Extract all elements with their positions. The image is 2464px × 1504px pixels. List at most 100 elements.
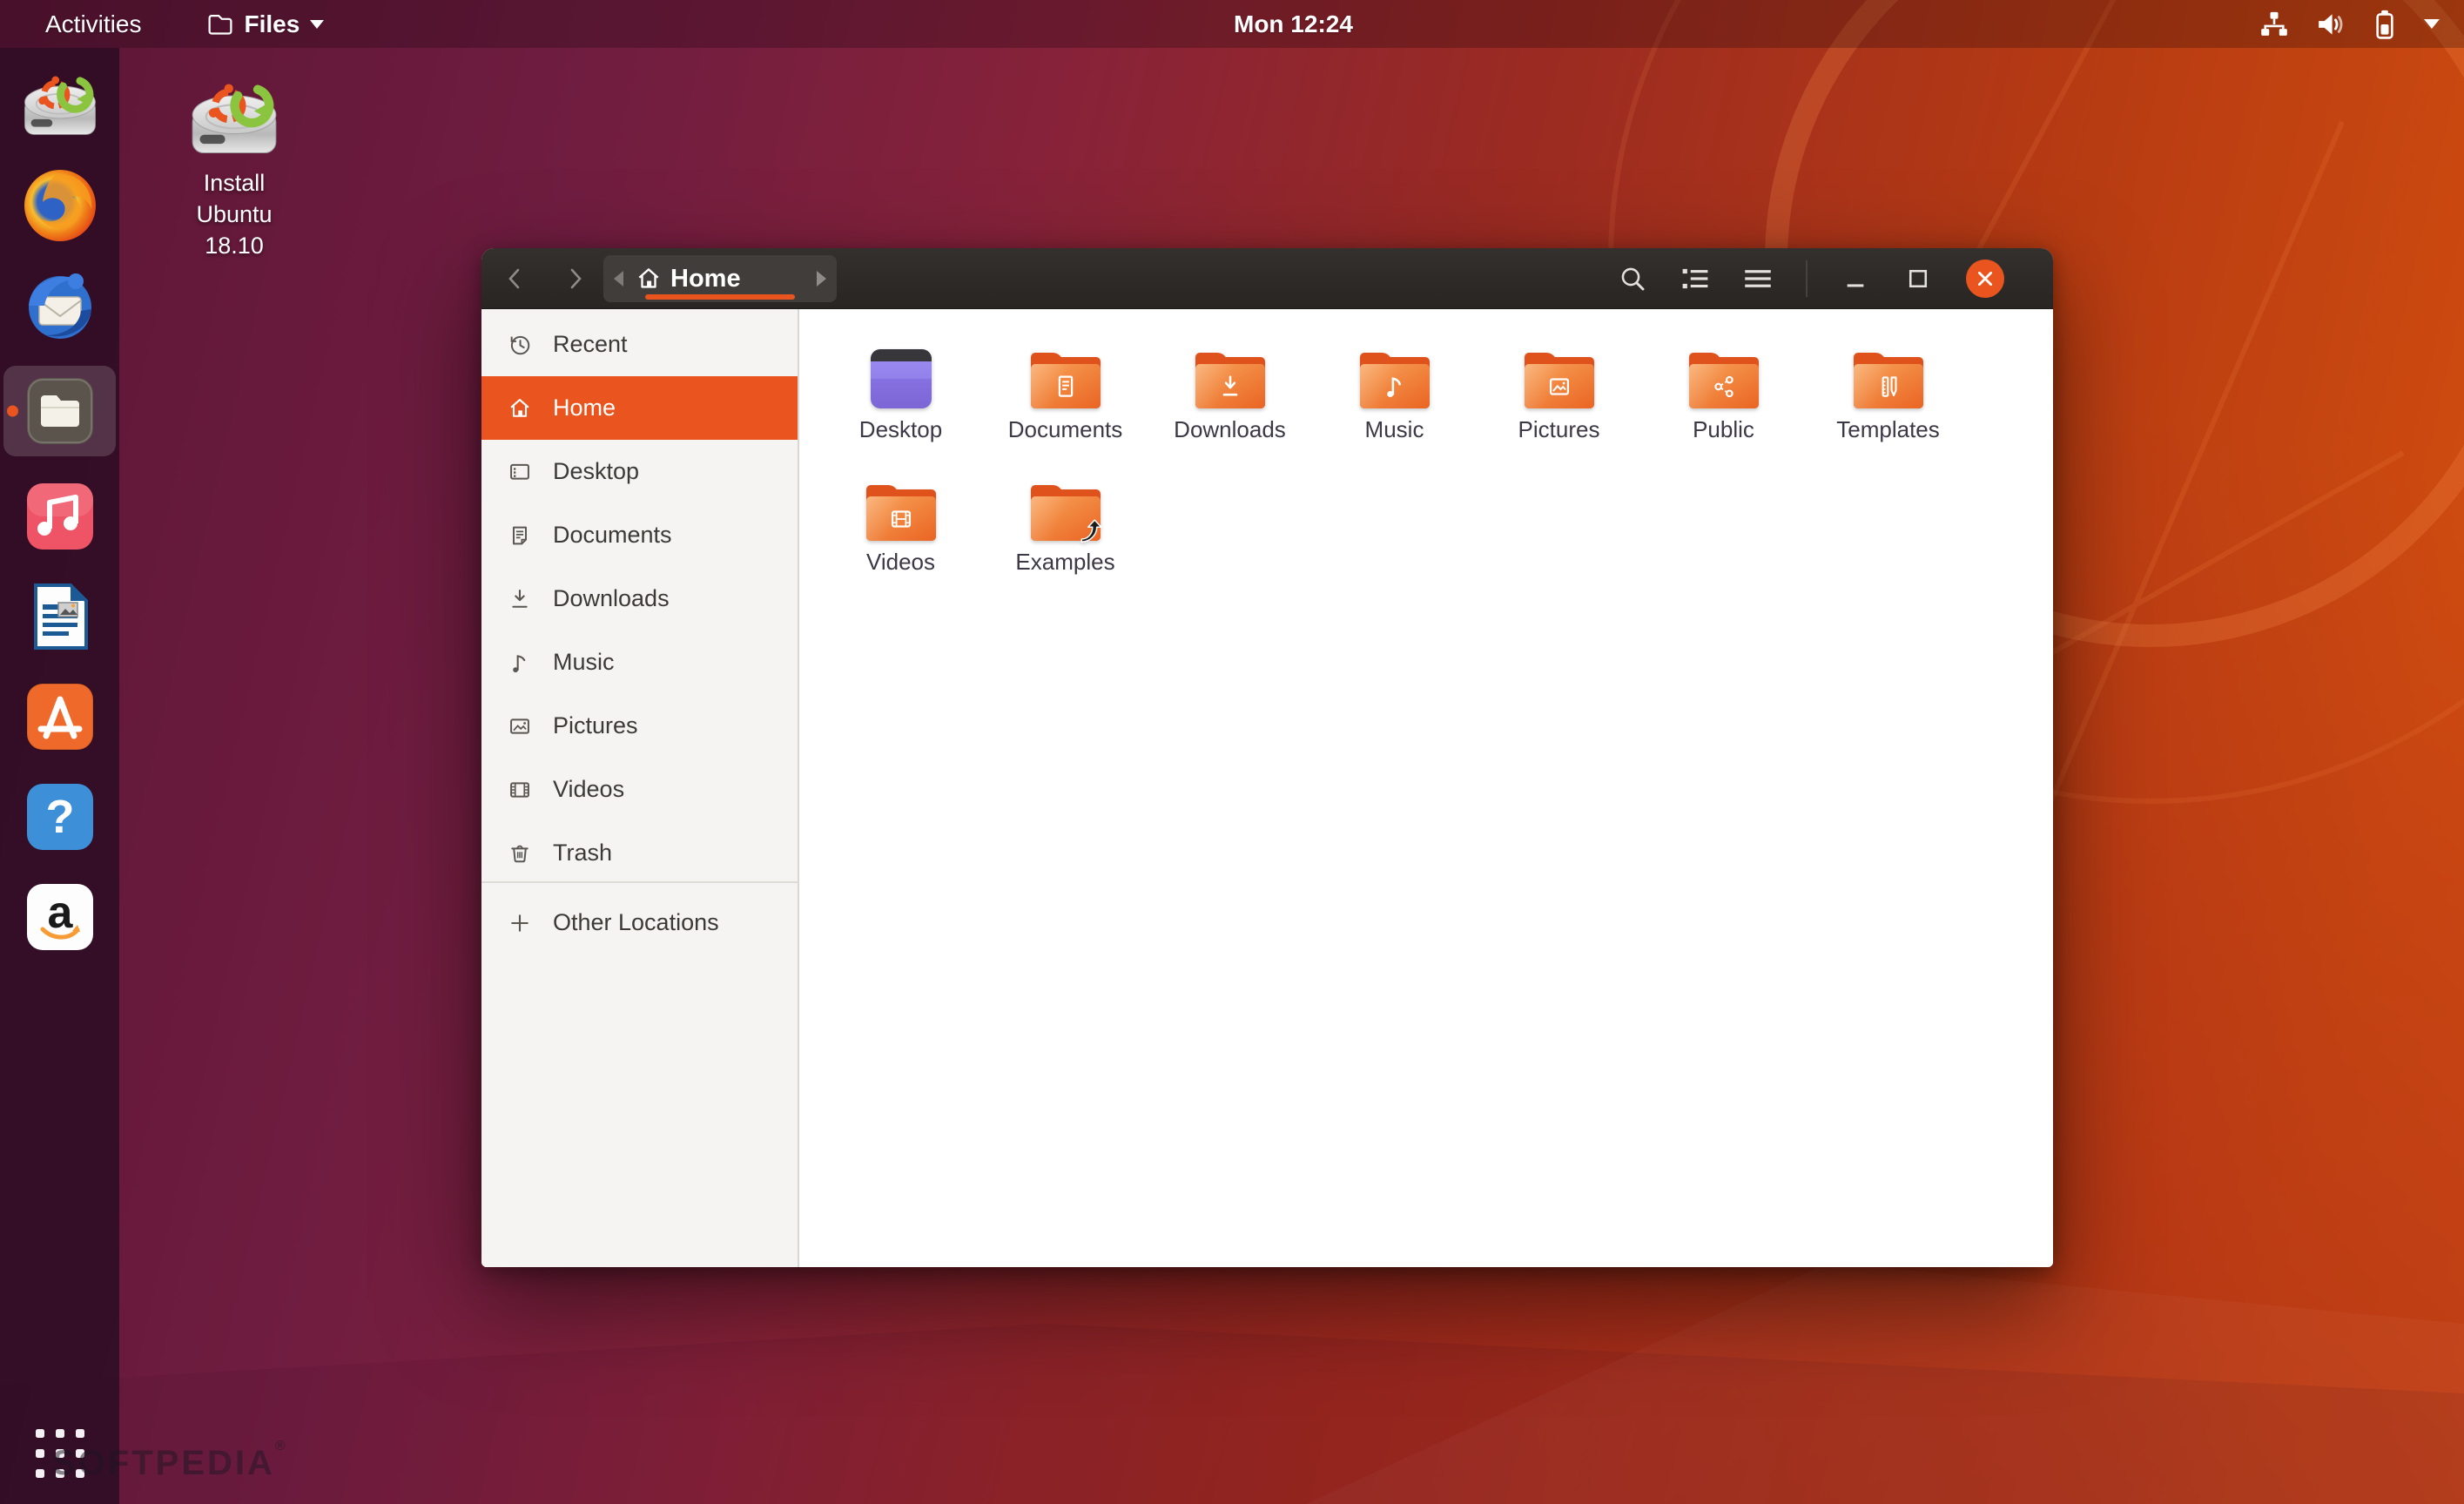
sidebar-item-desktop[interactable]: Desktop (481, 440, 798, 503)
file-label: Templates (1836, 416, 1940, 443)
folder-icon-public (1689, 353, 1759, 408)
clock[interactable]: Mon 12:24 (1234, 0, 1353, 48)
sidebar-item-downloads[interactable]: Downloads (481, 567, 798, 631)
sidebar-item-trash[interactable]: Trash (481, 821, 798, 885)
folder-icon-pictures (1525, 353, 1594, 408)
shortcut-label-line1: Install (171, 167, 298, 199)
path-bar[interactable]: Home (603, 255, 837, 302)
dock-item-files[interactable] (3, 366, 116, 456)
sidebar-item-label: Downloads (553, 585, 670, 612)
close-button[interactable] (1966, 260, 2004, 298)
file-label: Music (1365, 416, 1424, 443)
sidebar-item-documents[interactable]: Documents (481, 503, 798, 567)
back-button[interactable] (490, 248, 539, 309)
dock-item-thunderbird[interactable] (3, 266, 116, 346)
desktop-shortcut-install-ubuntu[interactable]: Install Ubuntu 18.10 (171, 77, 298, 261)
minimize-button[interactable] (1841, 259, 1870, 299)
trash-icon (508, 841, 532, 866)
documents-icon (508, 523, 532, 548)
softpedia-watermark: SOFTPEDIA® (52, 1439, 288, 1483)
path-scroll-right-icon (817, 271, 826, 287)
sidebar-item-home[interactable]: Home (481, 376, 798, 440)
music-icon (508, 651, 532, 675)
file-item-documents[interactable]: Documents (983, 328, 1148, 461)
dock-item-ubuntu-installer[interactable] (3, 65, 116, 145)
app-menu-files[interactable]: Files (199, 0, 333, 48)
sidebar: Recent Home Desktop (481, 309, 799, 1267)
home-icon (636, 266, 662, 292)
sidebar-item-recent[interactable]: Recent (481, 313, 798, 376)
system-tray[interactable] (2259, 0, 2440, 48)
sidebar-item-label: Music (553, 649, 615, 676)
forward-button[interactable] (551, 248, 600, 309)
folder-icon-downloads (1195, 353, 1265, 408)
dock-item-amazon[interactable]: a (3, 877, 116, 957)
sidebar-item-other-locations[interactable]: Other Locations (481, 891, 798, 954)
path-location-label: Home (670, 265, 741, 293)
file-label: Pictures (1518, 416, 1600, 443)
maximize-icon (1906, 266, 1930, 291)
desktop-screen: Activities Files Mon 12:24 (0, 0, 2464, 1504)
top-bar: Activities Files Mon 12:24 (0, 0, 2464, 48)
headerbar-separator (1806, 260, 1808, 297)
thunderbird-icon (22, 267, 98, 344)
folder-icon-music (1360, 353, 1430, 408)
headerbar-actions (1618, 248, 2004, 309)
menu-button[interactable] (1743, 259, 1773, 299)
file-label: Videos (866, 549, 935, 576)
dock-item-help[interactable]: ? (3, 777, 116, 857)
dock-item-rhythmbox[interactable] (3, 476, 116, 556)
desktop-icon (508, 460, 532, 484)
home-icon (508, 396, 532, 421)
sidebar-item-label: Recent (553, 331, 628, 358)
sidebar-item-pictures[interactable]: Pictures (481, 694, 798, 758)
view-list-button[interactable] (1680, 259, 1710, 299)
search-icon (1619, 265, 1646, 293)
battery-icon (2370, 9, 2400, 40)
file-item-videos[interactable]: Videos (818, 461, 983, 593)
file-item-templates[interactable]: Templates (1806, 328, 1970, 461)
files-window: Home (481, 248, 2053, 1267)
dock-item-libreoffice-writer[interactable] (3, 577, 116, 657)
firefox-icon (22, 167, 98, 244)
files-app-icon (207, 13, 233, 36)
share-glyph-icon (1709, 372, 1739, 401)
chevron-down-icon (310, 20, 324, 29)
activities-button[interactable]: Activities (33, 0, 153, 48)
file-item-downloads[interactable]: Downloads (1148, 328, 1312, 461)
desktop-folder-icon (871, 349, 932, 408)
sidebar-item-videos[interactable]: Videos (481, 758, 798, 821)
chevron-down-icon (2424, 19, 2440, 29)
file-item-pictures[interactable]: Pictures (1477, 328, 1641, 461)
folder-icon-examples (1031, 485, 1101, 541)
sidebar-item-music[interactable]: Music (481, 631, 798, 694)
plus-icon (508, 911, 532, 935)
folder-icon-videos (866, 485, 936, 541)
file-item-examples[interactable]: Examples (983, 461, 1148, 593)
search-button[interactable] (1618, 259, 1647, 299)
image-glyph-icon (1545, 372, 1574, 401)
path-active-underline (645, 294, 795, 300)
dock-item-ubuntu-software[interactable] (3, 677, 116, 757)
app-menu-label: Files (244, 10, 300, 38)
document-glyph-icon (1051, 372, 1081, 401)
dock-item-firefox[interactable] (3, 165, 116, 246)
chevron-left-icon (502, 266, 527, 292)
film-glyph-icon (886, 504, 916, 534)
file-item-desktop[interactable]: Desktop (818, 328, 983, 461)
file-label: Downloads (1174, 416, 1286, 443)
sidebar-item-label: Trash (553, 840, 612, 867)
sidebar-item-label: Home (553, 395, 616, 422)
file-item-public[interactable]: Public (1641, 328, 1806, 461)
downloads-icon (508, 587, 532, 611)
folder-icon-documents (1031, 353, 1101, 408)
pictures-icon (508, 714, 532, 739)
shortcut-label-line2: Ubuntu (171, 199, 298, 230)
file-item-music[interactable]: Music (1312, 328, 1477, 461)
maximize-button[interactable] (1903, 259, 1933, 299)
hamburger-menu-icon (1744, 266, 1772, 291)
file-label: Examples (1015, 549, 1114, 576)
svg-text:a: a (47, 887, 73, 938)
templates-glyph-icon (1874, 372, 1903, 401)
dock: ? a (0, 48, 119, 1504)
